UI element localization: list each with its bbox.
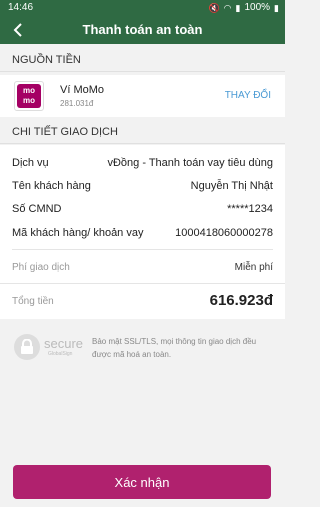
status-icons: 🔇 ◠ ▮ 100% ▮ <box>208 2 279 13</box>
transaction-details: Dịch vụ vĐồng - Thanh toán vay tiêu dùng… <box>0 145 285 283</box>
momo-logo-text: mo mo <box>17 84 41 108</box>
detail-label: Tên khách hàng <box>12 180 91 192</box>
detail-value: Nguyễn Thị Nhật <box>190 180 273 192</box>
detail-label: Dịch vụ <box>12 157 49 169</box>
funding-source-header: NGUỒN TIỀN <box>0 48 285 72</box>
detail-row-customer-name: Tên khách hàng Nguyễn Thị Nhật <box>12 178 273 194</box>
app-bar: Thanh toán an toàn <box>0 16 285 44</box>
battery-icon: ▮ <box>274 2 279 13</box>
fee-label: Phí giao dịch <box>12 261 70 273</box>
detail-row-id-number: Số CMND *****1234 <box>12 201 273 217</box>
detail-value: *****1234 <box>227 203 273 215</box>
detail-row-service: Dịch vụ vĐồng - Thanh toán vay tiêu dùng <box>12 155 273 171</box>
detail-label: Mã khách hàng/ khoản vay <box>12 227 144 239</box>
security-note: secure GlobalSign Bảo mật SSL/TLS, mọi t… <box>14 332 276 368</box>
secure-badge-sub: GlobalSign <box>48 351 73 357</box>
signal-icon: ▮ <box>235 2 241 13</box>
total-row: Tổng tiền 616.923đ <box>0 283 285 319</box>
detail-value: 1000418060000278 <box>175 227 273 239</box>
detail-label: Số CMND <box>12 203 62 215</box>
page-title: Thanh toán an toàn <box>82 22 203 37</box>
divider <box>12 249 273 250</box>
status-time: 14:46 <box>8 2 34 13</box>
wallet-balance: 281.031đ <box>60 99 94 108</box>
security-description: Bảo mật SSL/TLS, mọi thông tin giao dịch… <box>92 337 257 359</box>
confirm-button[interactable]: Xác nhận <box>13 465 271 499</box>
wallet-name: Ví MoMo <box>60 84 105 96</box>
total-label: Tổng tiền <box>12 296 54 307</box>
funding-source-card: mo mo Ví MoMo 281.031đ THAY ĐỔI <box>0 75 285 117</box>
detail-value: vĐồng - Thanh toán vay tiêu dùng <box>107 157 273 169</box>
total-value: 616.923đ <box>209 292 273 309</box>
wifi-icon: ◠ <box>223 2 232 13</box>
lock-icon <box>14 334 40 360</box>
battery-percent: 100% <box>244 2 271 13</box>
momo-logo: mo mo <box>14 81 44 111</box>
mute-icon: 🔇 <box>208 2 220 13</box>
secure-badge: secure GlobalSign <box>14 334 86 364</box>
status-bar: 14:46 🔇 ◠ ▮ 100% ▮ <box>0 0 285 16</box>
secure-badge-text: secure <box>44 336 84 351</box>
detail-row-fee: Phí giao dịch Miễn phí <box>12 259 273 275</box>
transaction-details-header: CHI TIẾT GIAO DỊCH <box>0 120 285 144</box>
fee-value: Miễn phí <box>234 261 273 273</box>
detail-row-loan-code: Mã khách hàng/ khoản vay 100041806000027… <box>12 225 273 241</box>
change-source-button[interactable]: THAY ĐỔI <box>225 90 271 101</box>
